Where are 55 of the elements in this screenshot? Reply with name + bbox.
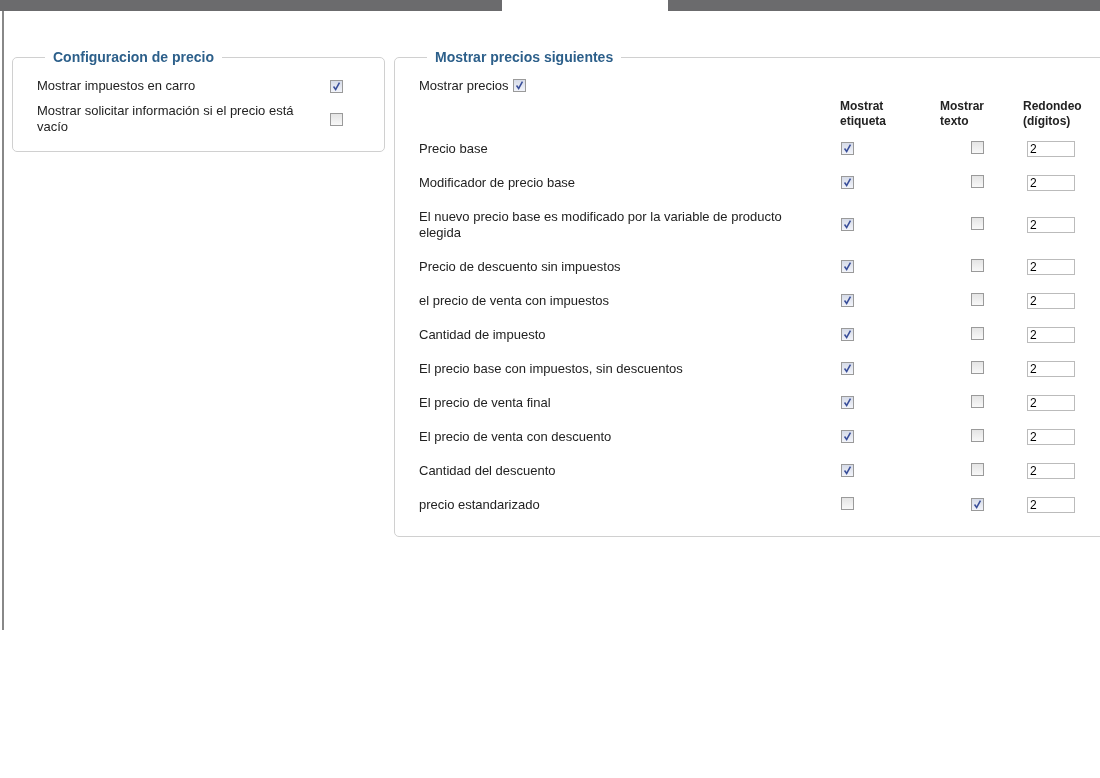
rounding-field[interactable]: 2 — [1027, 463, 1075, 479]
row-label: El precio base con impuestos, sin descuentos — [419, 360, 684, 378]
column-header: Mostrat etiqueta — [840, 99, 887, 130]
checkbox[interactable] — [841, 175, 854, 189]
checkbox[interactable] — [971, 395, 984, 408]
checkbox[interactable] — [971, 141, 984, 154]
checkbox[interactable] — [841, 141, 854, 155]
row-label: Cantidad del descuento — [419, 462, 557, 480]
checkbox[interactable] — [841, 497, 854, 510]
rounding-field[interactable]: 2 — [1027, 327, 1075, 343]
row-label: Precio de descuento sin impuestos — [419, 258, 622, 276]
row-label: El nuevo precio base es modificado por la variable de producto elegida — [419, 208, 783, 242]
row-label: precio estandarizado — [419, 496, 541, 514]
checkbox[interactable] — [971, 429, 984, 442]
row-label: el precio de venta con impuestos — [419, 292, 611, 310]
rounding-field[interactable]: 2 — [1027, 497, 1075, 513]
checkbox[interactable] — [841, 463, 854, 477]
rounding-field[interactable]: 2 — [1027, 259, 1075, 275]
column-header: Mostrar texto — [940, 99, 985, 130]
column-header: Redondeo (dígitos) — [1023, 99, 1083, 130]
rounding-field[interactable]: 2 — [1027, 141, 1075, 157]
checkbox[interactable] — [971, 327, 984, 340]
rounding-field[interactable]: 2 — [1027, 217, 1075, 233]
checkbox[interactable] — [841, 293, 854, 307]
row-label: Cantidad de impuesto — [419, 326, 547, 344]
checkbox[interactable] — [841, 361, 854, 375]
checkbox[interactable] — [971, 175, 984, 188]
checkbox[interactable] — [841, 217, 854, 231]
checkbox[interactable] — [971, 293, 984, 306]
option-label: Mostrar solicitar información si el precio está vacío — [37, 103, 295, 135]
checkbox[interactable] — [971, 463, 984, 476]
option-label: Mostrar precios — [419, 78, 509, 93]
rounding-field[interactable]: 2 — [1027, 361, 1075, 377]
checkbox[interactable] — [330, 112, 343, 126]
checkbox[interactable] — [512, 79, 526, 92]
rounding-field[interactable]: 2 — [1027, 395, 1075, 411]
panel-title: Configuracion de precio — [52, 49, 215, 65]
checkbox[interactable] — [971, 259, 984, 272]
rounding-field[interactable]: 2 — [1027, 429, 1075, 445]
checkbox[interactable] — [841, 259, 854, 273]
checkbox[interactable] — [841, 395, 854, 409]
row-label: El precio de venta con descuento — [419, 428, 613, 446]
row-label: Modificador de precio base — [419, 174, 577, 192]
checkbox[interactable] — [841, 327, 854, 341]
checkbox[interactable] — [971, 497, 984, 511]
checkbox[interactable] — [330, 79, 343, 93]
rounding-field[interactable]: 2 — [1027, 175, 1075, 191]
checkbox[interactable] — [841, 429, 854, 443]
panel-title: Mostrar precios siguientes — [434, 49, 615, 65]
rounding-field[interactable]: 2 — [1027, 293, 1075, 309]
row-label: El precio de venta final — [419, 394, 552, 412]
option-label: Mostrar impuestos en carro — [37, 78, 197, 94]
row-label: Precio base — [419, 140, 489, 158]
checkbox[interactable] — [971, 217, 984, 230]
checkbox[interactable] — [971, 361, 984, 374]
